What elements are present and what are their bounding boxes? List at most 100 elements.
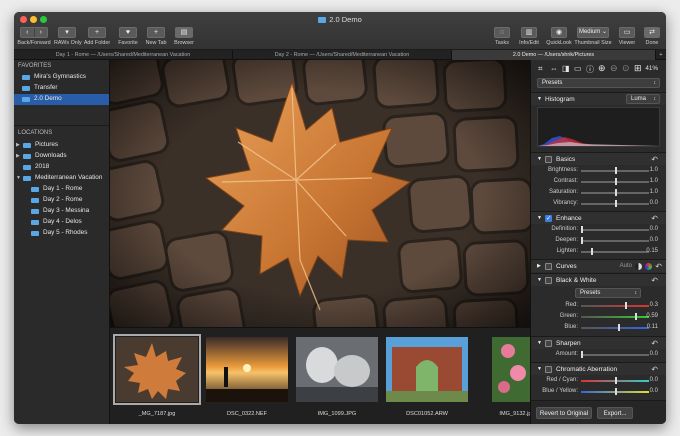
disclosure-triangle-closed-icon[interactable]: ▶ bbox=[537, 260, 541, 273]
aspect-icon[interactable]: ▭ bbox=[574, 64, 582, 73]
straighten-icon[interactable]: ⇔ bbox=[550, 64, 558, 73]
sidebar-item-mediterranean-vacation[interactable]: ▼ Mediterranean Vacation bbox=[14, 173, 109, 184]
tasks-button[interactable]: ◌ Tasks bbox=[490, 27, 514, 46]
tab-day1-rome[interactable]: Day 1 - Rome — /Users/Shared/Mediterrane… bbox=[14, 50, 233, 60]
forward-icon[interactable]: › bbox=[35, 28, 48, 37]
info-icon[interactable]: ⓘ bbox=[586, 64, 594, 75]
slider-knob[interactable] bbox=[625, 302, 628, 309]
info-edit-button[interactable]: ▥ Info/Edit bbox=[515, 27, 543, 46]
zoom-fit-icon[interactable]: ⊞ bbox=[634, 63, 642, 74]
disclosure-triangle-open-icon[interactable]: ▼ bbox=[537, 93, 542, 106]
slider-knob[interactable] bbox=[615, 200, 617, 207]
chromatic-enable-checkbox[interactable] bbox=[545, 366, 552, 373]
sidebar-item-day2-rome[interactable]: Day 2 - Rome bbox=[14, 195, 109, 206]
sidebar-item-day1-rome[interactable]: Day 1 - Rome bbox=[14, 184, 109, 195]
disclosure-triangle-icon[interactable]: ▶ bbox=[16, 140, 20, 151]
slider-knob[interactable] bbox=[635, 313, 638, 320]
image-viewer[interactable] bbox=[110, 60, 530, 327]
black-white-section-header[interactable]: ▼ Black & White ↶ bbox=[531, 273, 666, 286]
sharpen-section-header[interactable]: ▼ Sharpen ↶ bbox=[531, 336, 666, 349]
sidebar-item-pictures[interactable]: ▶ Pictures bbox=[14, 140, 109, 151]
new-tab-button[interactable]: + New Tab bbox=[142, 27, 170, 46]
bw-green-slider[interactable]: Green: 0.59 bbox=[531, 311, 666, 322]
filmstrip-thumbnail[interactable]: IMG_9132.jpg bbox=[492, 337, 535, 417]
slider-knob[interactable] bbox=[581, 237, 583, 244]
bw-blue-slider[interactable]: Blue: 0.11 bbox=[531, 322, 666, 333]
sidebar-item-miras-gymnastics[interactable]: Mira's Gymnastics bbox=[14, 72, 109, 83]
chromatic-aberration-section-header[interactable]: ▼ Chromatic Aberration ↶ bbox=[531, 362, 666, 375]
disclosure-triangle-icon[interactable]: ▶ bbox=[16, 151, 20, 162]
quicklook-button[interactable]: ◉ QuickLook bbox=[545, 27, 573, 46]
zoom-in-icon[interactable]: ⊕ bbox=[598, 63, 606, 74]
tab-day2-rome[interactable]: Day 2 - Rome — /Users/Shared/Mediterrane… bbox=[233, 50, 452, 60]
red-cyan-slider[interactable]: Red / Cyan: 0.0 bbox=[531, 375, 666, 386]
viewer-button[interactable]: ▭ Viewer bbox=[615, 27, 639, 46]
curves-enable-checkbox[interactable] bbox=[545, 263, 552, 270]
browser-button[interactable]: ▤ Browser bbox=[170, 27, 198, 46]
sidebar-item-2018[interactable]: 2018 bbox=[14, 162, 109, 173]
definition-slider[interactable]: Definition: 0.0 bbox=[531, 224, 666, 235]
filmstrip-thumbnail[interactable]: _MG_7187.jpg bbox=[113, 334, 201, 417]
curves-auto-button[interactable]: Auto bbox=[620, 260, 632, 273]
brightness-slider[interactable]: Brightness: 1.0 bbox=[531, 165, 666, 176]
thumbnail-size-control[interactable]: Medium ⌄ Thumbnail Size bbox=[573, 27, 613, 46]
revert-to-original-button[interactable]: Revert to Original bbox=[536, 407, 592, 419]
filmstrip-thumbnail[interactable]: DSC_0322.NEF bbox=[206, 337, 288, 417]
add-folder-button[interactable]: + Add Folder bbox=[83, 27, 111, 46]
sharpen-amount-slider[interactable]: Amount: 0.0 bbox=[531, 349, 666, 360]
zoom-actual-icon[interactable]: ⊙ bbox=[622, 63, 630, 74]
slider-knob[interactable] bbox=[618, 324, 621, 331]
enhance-section-header[interactable]: ▼ Enhance ↶ bbox=[531, 211, 666, 225]
disclosure-triangle-open-icon[interactable]: ▼ bbox=[16, 173, 21, 184]
basics-enable-checkbox[interactable] bbox=[545, 156, 552, 163]
enhance-enable-checkbox[interactable] bbox=[545, 212, 552, 225]
export-button[interactable]: Export... bbox=[597, 407, 633, 419]
slider-knob[interactable] bbox=[591, 248, 594, 255]
curves-section-header[interactable]: ▶ Curves Auto ↶ bbox=[531, 259, 666, 272]
basics-section-header[interactable]: ▼ Basics ↶ bbox=[531, 152, 666, 165]
back-forward-button[interactable]: ‹ › Back/Forward bbox=[17, 27, 51, 46]
deepen-slider[interactable]: Deepen: 0.0 bbox=[531, 235, 666, 246]
sidebar-item-downloads[interactable]: ▶ Downloads bbox=[14, 151, 109, 162]
blue-yellow-slider[interactable]: Blue / Yellow: 0.0 bbox=[531, 386, 666, 397]
tab-2-0-demo[interactable]: 2.0 Demo — /Users/shrik/Pictures bbox=[452, 50, 656, 60]
lighten-slider[interactable]: Lighten: 0.15 bbox=[531, 246, 666, 257]
sidebar-item-day3-messina[interactable]: Day 3 - Messina bbox=[14, 206, 109, 217]
slider-knob[interactable] bbox=[581, 351, 583, 358]
slider-knob[interactable] bbox=[615, 167, 617, 174]
sharpen-enable-checkbox[interactable] bbox=[545, 340, 552, 347]
crop-icon[interactable]: ⌗ bbox=[538, 64, 543, 74]
thumbnail-size-select[interactable]: Medium ⌄ bbox=[577, 27, 609, 38]
curves-color-icon[interactable] bbox=[645, 263, 652, 270]
filmstrip-thumbnail[interactable]: DSC01052.ARW bbox=[386, 337, 468, 417]
vibrancy-slider[interactable]: Vibrancy: 0.0 bbox=[531, 198, 666, 209]
sidebar-item-day5-rhodes[interactable]: Day 5 - Rhodes bbox=[14, 228, 109, 239]
slider-knob[interactable] bbox=[615, 377, 617, 384]
contrast-slider[interactable]: Contrast: 1.0 bbox=[531, 176, 666, 187]
slider-knob[interactable] bbox=[615, 388, 617, 395]
add-tab-button[interactable]: + bbox=[656, 50, 666, 60]
histogram-mode-dropdown[interactable]: Luma bbox=[626, 94, 660, 104]
disclosure-triangle-open-icon[interactable]: ▼ bbox=[537, 274, 542, 287]
zoom-out-icon[interactable]: ⊖ bbox=[610, 63, 618, 74]
black-white-presets-dropdown[interactable]: Presets bbox=[575, 288, 641, 298]
raws-only-button[interactable]: ▾ RAWs Only bbox=[54, 27, 82, 46]
compare-icon[interactable]: ◨ bbox=[562, 64, 570, 73]
saturation-slider[interactable]: Saturation: 1.0 bbox=[531, 187, 666, 198]
sidebar-item-day4-delos[interactable]: Day 4 - Delos bbox=[14, 217, 109, 228]
slider-knob[interactable] bbox=[615, 178, 617, 185]
bw-red-slider[interactable]: Red: 0.3 bbox=[531, 300, 666, 311]
presets-dropdown[interactable]: Presets bbox=[537, 78, 660, 88]
back-icon[interactable]: ‹ bbox=[21, 28, 35, 37]
sidebar-item-transfer[interactable]: Transfer bbox=[14, 83, 109, 94]
done-button[interactable]: ⇄ Done bbox=[640, 27, 664, 46]
filmstrip-thumbnail[interactable]: IMG_1099.JPG bbox=[296, 337, 378, 417]
slider-knob[interactable] bbox=[615, 189, 617, 196]
sidebar-item-2-0-demo[interactable]: 2.0 Demo bbox=[14, 94, 109, 105]
slider-knob[interactable] bbox=[581, 226, 583, 233]
reset-icon[interactable]: ↶ bbox=[651, 274, 658, 287]
curves-luma-icon[interactable] bbox=[635, 263, 642, 270]
black-white-enable-checkbox[interactable] bbox=[545, 277, 552, 284]
histogram-section-header[interactable]: ▼ Histogram Luma bbox=[531, 92, 666, 105]
favorite-button[interactable]: ♥ Favorite bbox=[114, 27, 142, 46]
